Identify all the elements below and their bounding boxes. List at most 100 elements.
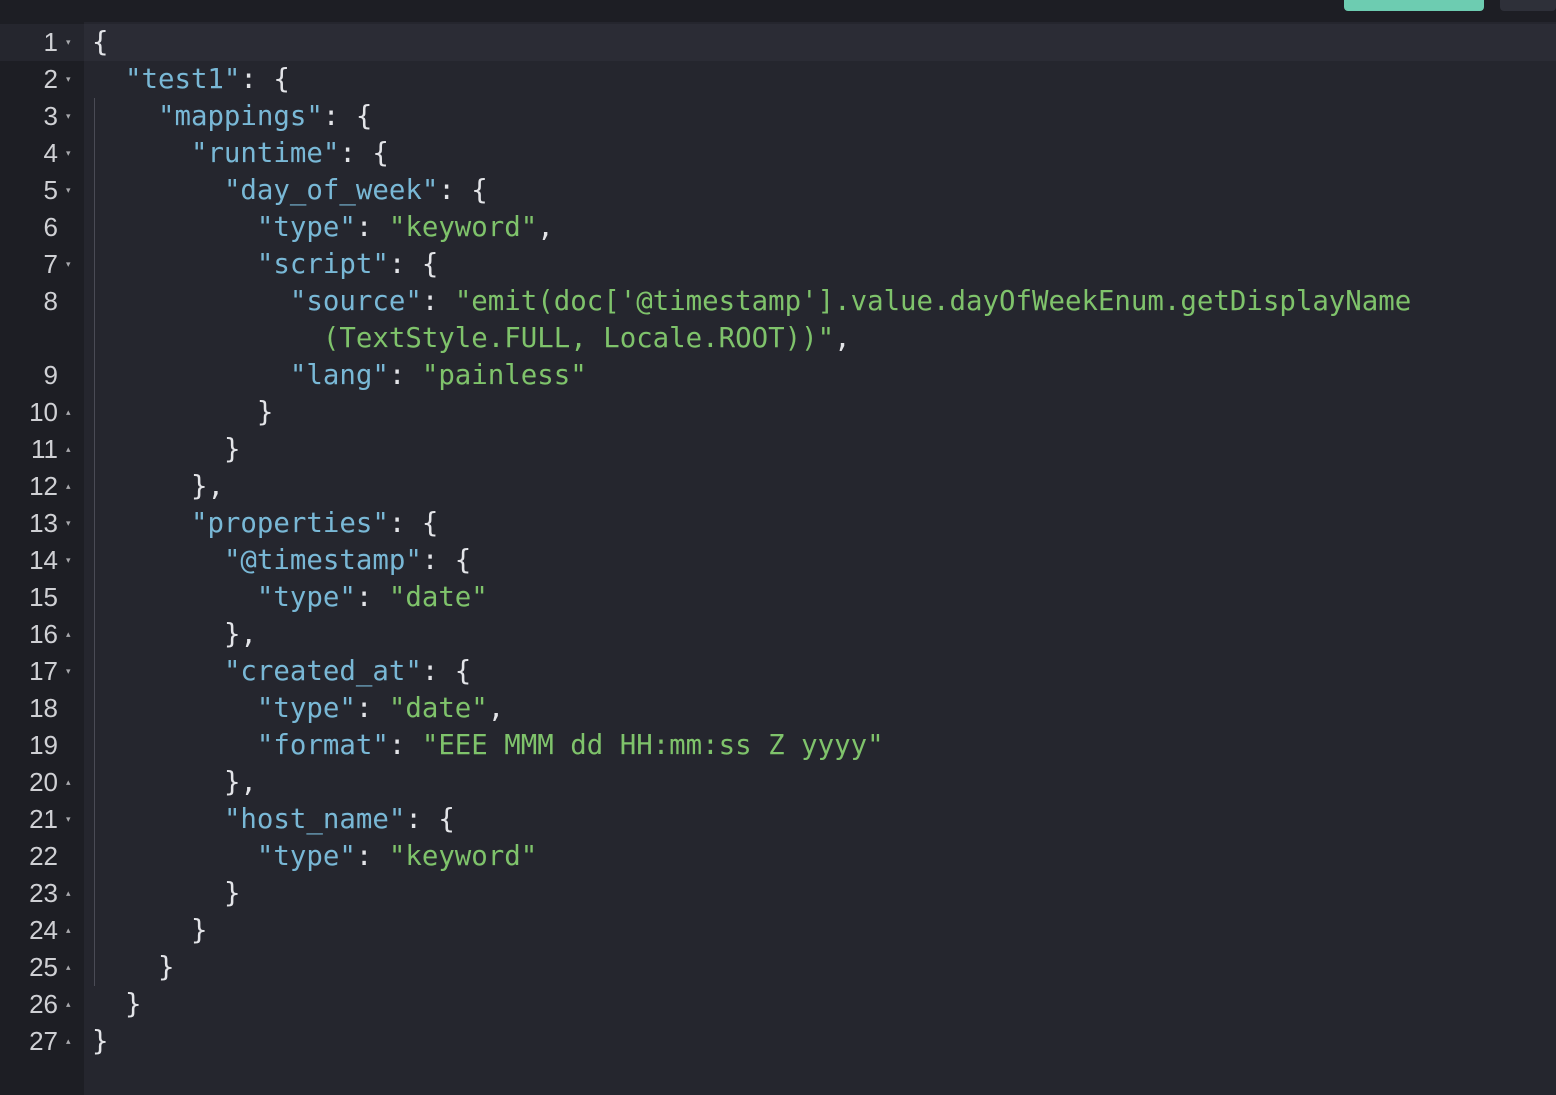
code-editor[interactable]: 1 ▾ 2 ▾ 3 ▾ 4 ▾ 5 ▾ 6 7 ▾ 8 9 10 ▴ 11 ▴ 12 ▴ 13 ▾ 14 ▾ 15 16 ▴ 17 ▾ 18… bbox=[0, 22, 1556, 1095]
fold-collapse-icon[interactable]: ▾ bbox=[66, 24, 71, 61]
code-line-19: "format": "EEE MMM dd HH:mm:ss Z yyyy" bbox=[256, 730, 884, 761]
fold-collapse-icon[interactable]: ▾ bbox=[66, 246, 71, 283]
fold-collapse-icon[interactable]: ▾ bbox=[66, 653, 71, 690]
indent-guide bbox=[94, 246, 95, 283]
line-number-10: 10 ▴ bbox=[0, 394, 84, 431]
line-number-5: 5 ▾ bbox=[0, 172, 84, 209]
fold-expand-icon[interactable]: ▴ bbox=[66, 468, 71, 505]
fold-expand-icon[interactable]: ▴ bbox=[66, 431, 71, 468]
json-key: "type" bbox=[256, 841, 356, 872]
fold-collapse-icon[interactable]: ▾ bbox=[66, 801, 71, 838]
fold-collapse-icon[interactable]: ▾ bbox=[66, 98, 71, 135]
code-line-22: "type": "keyword" bbox=[256, 841, 538, 872]
line-number-text: 14 bbox=[29, 545, 58, 575]
line-number-26: 26 ▴ bbox=[0, 986, 84, 1023]
line-number-25: 25 ▴ bbox=[0, 949, 84, 986]
line-number-text: 17 bbox=[29, 656, 58, 686]
code-line-21: "host_name": { bbox=[223, 804, 455, 835]
line-number-6: 6 bbox=[0, 209, 84, 246]
code-line-26: } bbox=[124, 989, 142, 1020]
indent-guide bbox=[94, 764, 95, 801]
line-number-text: 16 bbox=[29, 619, 58, 649]
fold-expand-icon[interactable]: ▴ bbox=[66, 764, 71, 801]
json-key: "script" bbox=[256, 249, 389, 280]
fold-expand-icon[interactable]: ▴ bbox=[66, 912, 71, 949]
line-number-text: 12 bbox=[29, 471, 58, 501]
line-number-23: 23 ▴ bbox=[0, 875, 84, 912]
json-key: "source" bbox=[289, 286, 422, 317]
indent-guide bbox=[94, 875, 95, 912]
options-button[interactable] bbox=[1500, 0, 1556, 11]
fold-expand-icon[interactable]: ▴ bbox=[66, 949, 71, 986]
indent-guide bbox=[94, 98, 95, 135]
indent-guide bbox=[94, 838, 95, 875]
indent-guide bbox=[94, 394, 95, 431]
indent-guide bbox=[94, 468, 95, 505]
json-key: "type" bbox=[256, 693, 356, 724]
code-line-27: } bbox=[92, 1026, 109, 1057]
json-string: "emit(doc['@timestamp'].value.dayOfWeekE… bbox=[454, 286, 1412, 317]
line-number-22: 22 bbox=[0, 838, 84, 875]
indent-guide bbox=[94, 949, 95, 986]
run-button[interactable] bbox=[1344, 0, 1484, 11]
line-number-text: 9 bbox=[43, 360, 58, 390]
line-number-text: 3 bbox=[43, 101, 58, 131]
line-number-3: 3 ▾ bbox=[0, 98, 84, 135]
code-line-4: "runtime": { bbox=[190, 138, 389, 169]
line-number-text: 1 bbox=[43, 27, 58, 57]
indent-guide bbox=[94, 653, 95, 690]
fold-expand-icon[interactable]: ▴ bbox=[66, 616, 71, 653]
fold-expand-icon[interactable]: ▴ bbox=[66, 394, 71, 431]
code-content[interactable]: { "test1": { "mappings": { "runtime": { … bbox=[92, 24, 1532, 1060]
code-line-13: "properties": { bbox=[190, 508, 439, 539]
json-key: "day_of_week" bbox=[223, 175, 439, 206]
code-line-23: } bbox=[223, 878, 241, 909]
code-line-3: "mappings": { bbox=[157, 101, 373, 132]
code-line-5: "day_of_week": { bbox=[223, 175, 488, 206]
indent-guide bbox=[94, 505, 95, 542]
fold-collapse-icon[interactable]: ▾ bbox=[66, 61, 71, 98]
line-number-21: 21 ▾ bbox=[0, 801, 84, 838]
line-number-17: 17 ▾ bbox=[0, 653, 84, 690]
code-line-8: "source": "emit(doc['@timestamp'].value.… bbox=[289, 286, 1412, 354]
line-number-24: 24 ▴ bbox=[0, 912, 84, 949]
indent-guide bbox=[94, 431, 95, 468]
line-number-11: 11 ▴ bbox=[0, 431, 84, 468]
fold-expand-icon[interactable]: ▴ bbox=[66, 986, 71, 1023]
line-number-text: 15 bbox=[29, 582, 58, 612]
line-number-2: 2 ▾ bbox=[0, 61, 84, 98]
line-number-4: 4 ▾ bbox=[0, 135, 84, 172]
code-line-12: }, bbox=[190, 471, 224, 502]
code-line-24: } bbox=[190, 915, 208, 946]
fold-expand-icon[interactable]: ▴ bbox=[66, 875, 71, 912]
line-number-text: 25 bbox=[29, 952, 58, 982]
fold-collapse-icon[interactable]: ▾ bbox=[66, 135, 71, 172]
indent-guide bbox=[94, 283, 95, 357]
line-number-8: 8 bbox=[0, 283, 84, 357]
indent-guide bbox=[94, 172, 95, 209]
code-line-14: "@timestamp": { bbox=[223, 545, 472, 576]
line-number-27: 27 ▴ bbox=[0, 1023, 84, 1060]
json-key: "format" bbox=[256, 730, 389, 761]
code-line-11: } bbox=[223, 434, 241, 465]
code-line-10: } bbox=[256, 397, 274, 428]
code-line-25: } bbox=[157, 952, 175, 983]
line-number-text: 10 bbox=[29, 397, 58, 427]
line-number-1: 1 ▾ bbox=[0, 24, 84, 61]
indent-guide bbox=[94, 801, 95, 838]
json-string-continued: (TextStyle.FULL, Locale.ROOT))" bbox=[322, 323, 835, 354]
code-line-7: "script": { bbox=[256, 249, 439, 280]
fold-collapse-icon[interactable]: ▾ bbox=[66, 505, 71, 542]
code-line-18: "type": "date", bbox=[256, 693, 505, 724]
indent-guide bbox=[94, 616, 95, 653]
line-number-18: 18 bbox=[0, 690, 84, 727]
line-number-text: 20 bbox=[29, 767, 58, 797]
fold-collapse-icon[interactable]: ▾ bbox=[66, 172, 71, 209]
fold-expand-icon[interactable]: ▴ bbox=[66, 1023, 71, 1060]
line-number-20: 20 ▴ bbox=[0, 764, 84, 801]
fold-collapse-icon[interactable]: ▾ bbox=[66, 542, 71, 579]
line-number-text: 26 bbox=[29, 989, 58, 1019]
json-key: "test1" bbox=[124, 64, 241, 95]
json-key: "type" bbox=[256, 582, 356, 613]
line-number-9: 9 bbox=[0, 357, 84, 394]
